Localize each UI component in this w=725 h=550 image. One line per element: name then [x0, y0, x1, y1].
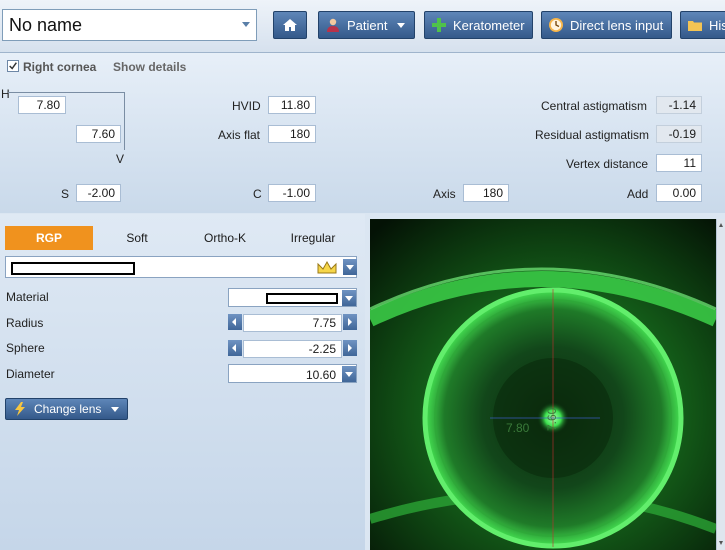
sphere-refraction-field[interactable]: -2.00	[76, 184, 121, 202]
material-label: Material	[6, 290, 49, 304]
patient-name-combobox[interactable]: No name	[2, 9, 257, 41]
history-button-label: His	[709, 17, 725, 33]
patient-name-value: No name	[9, 15, 83, 35]
sphere-field[interactable]: -2.25	[243, 340, 342, 358]
show-details-link[interactable]: Show details	[113, 60, 186, 74]
image-vertical-scrollbar[interactable]	[716, 219, 725, 550]
central-astigmatism-value: -1.14	[656, 96, 702, 114]
chevron-left-icon	[232, 318, 236, 326]
chevron-down-icon	[345, 372, 353, 377]
residual-astigmatism-value: -0.19	[656, 125, 702, 143]
add-field[interactable]: 0.00	[656, 184, 702, 202]
home-button[interactable]	[273, 11, 307, 39]
lightning-icon	[15, 402, 25, 416]
chevron-down-icon	[397, 22, 406, 28]
clock-icon	[549, 18, 563, 32]
v-axis-label: V	[116, 152, 125, 166]
hvid-label: HVID	[232, 99, 261, 113]
material-dropdown[interactable]	[228, 288, 357, 307]
diameter-label: Diameter	[6, 367, 55, 381]
right-cornea-label: Right cornea	[23, 60, 97, 74]
add-label: Add	[627, 187, 649, 201]
axis-flat-field[interactable]: 180	[268, 125, 316, 143]
overlay-v-value: 7.60	[545, 407, 559, 431]
chevron-down-icon[interactable]	[719, 541, 723, 545]
material-dropdown-arrow[interactable]	[342, 290, 356, 306]
keratometer-button-label: Keratometer	[453, 17, 525, 33]
central-astigmatism-label: Central astigmatism	[541, 99, 648, 113]
cylinder-field[interactable]: -1.00	[268, 184, 316, 202]
direct-lens-input-label: Direct lens input	[570, 17, 664, 33]
chevron-down-icon	[346, 265, 354, 270]
keratometer-button[interactable]: Keratometer	[424, 11, 533, 39]
patient-button-label: Patient	[347, 17, 388, 33]
sphere-refraction-label: S	[61, 187, 70, 201]
h-radius-field[interactable]: 7.80	[18, 96, 66, 114]
v-radius-field[interactable]: 7.60	[76, 125, 121, 143]
history-button[interactable]: His	[680, 11, 725, 39]
crown-icon	[317, 260, 337, 274]
axis-flat-label: Axis flat	[218, 128, 261, 142]
cylinder-label: C	[253, 187, 262, 201]
redacted-lens-name	[11, 262, 135, 275]
axis-field[interactable]: 180	[463, 184, 509, 202]
patient-button[interactable]: Patient	[318, 11, 415, 39]
direct-lens-input-button[interactable]: Direct lens input	[541, 11, 672, 39]
diameter-value: 10.60	[305, 368, 336, 382]
fluorescein-pattern-view[interactable]: 7.80 7.60	[370, 219, 716, 550]
h-axis-label: H	[1, 87, 10, 101]
k-axis-horizontal-line	[8, 92, 125, 93]
residual-astigmatism-label: Residual astigmatism	[535, 128, 650, 142]
change-lens-button[interactable]: Change lens	[5, 398, 128, 420]
radius-decrement-button[interactable]	[228, 314, 242, 330]
radius-increment-button[interactable]	[343, 314, 357, 330]
vertex-distance-field[interactable]: 11	[656, 154, 702, 172]
tab-rgp[interactable]: RGP	[5, 226, 93, 250]
folder-icon	[688, 21, 702, 31]
lens-design-dropdown[interactable]	[5, 256, 357, 278]
overlay-h-value: 7.80	[506, 421, 530, 435]
main-toolbar: No name Patient Keratometer Direct lens …	[0, 0, 725, 53]
tab-irregular[interactable]: Irregular	[271, 226, 355, 250]
redacted-material-name	[266, 293, 338, 304]
radius-field[interactable]: 7.75	[243, 314, 342, 332]
k-axis-vertical-line	[124, 92, 125, 150]
change-lens-label: Change lens	[34, 402, 102, 416]
fluorescein-image	[370, 219, 716, 550]
chevron-up-icon[interactable]	[719, 223, 723, 227]
chevron-right-icon	[348, 318, 352, 326]
tab-ortho-k[interactable]: Ortho-K	[181, 226, 269, 250]
person-icon	[327, 18, 339, 32]
sphere-decrement-button[interactable]	[228, 340, 242, 356]
tab-soft[interactable]: Soft	[95, 226, 179, 250]
chevron-left-icon	[232, 344, 236, 352]
hvid-field[interactable]: 11.80	[268, 96, 316, 114]
right-cornea-checkbox[interactable]	[7, 60, 19, 72]
checkmark-icon	[9, 62, 17, 70]
chevron-down-icon	[111, 406, 120, 412]
vertex-distance-label: Vertex distance	[566, 157, 649, 171]
chevron-down-icon	[345, 296, 353, 301]
chevron-down-icon	[242, 22, 250, 27]
sphere-increment-button[interactable]	[343, 340, 357, 356]
radius-label: Radius	[6, 316, 44, 330]
plus-icon	[432, 18, 446, 32]
sphere-label: Sphere	[6, 341, 45, 355]
lens-design-dropdown-arrow[interactable]	[343, 259, 357, 275]
diameter-dropdown[interactable]: 10.60	[228, 364, 357, 383]
diameter-dropdown-arrow[interactable]	[342, 366, 356, 382]
axis-label: Axis	[433, 187, 456, 201]
chevron-right-icon	[348, 344, 352, 352]
home-icon	[283, 19, 297, 31]
